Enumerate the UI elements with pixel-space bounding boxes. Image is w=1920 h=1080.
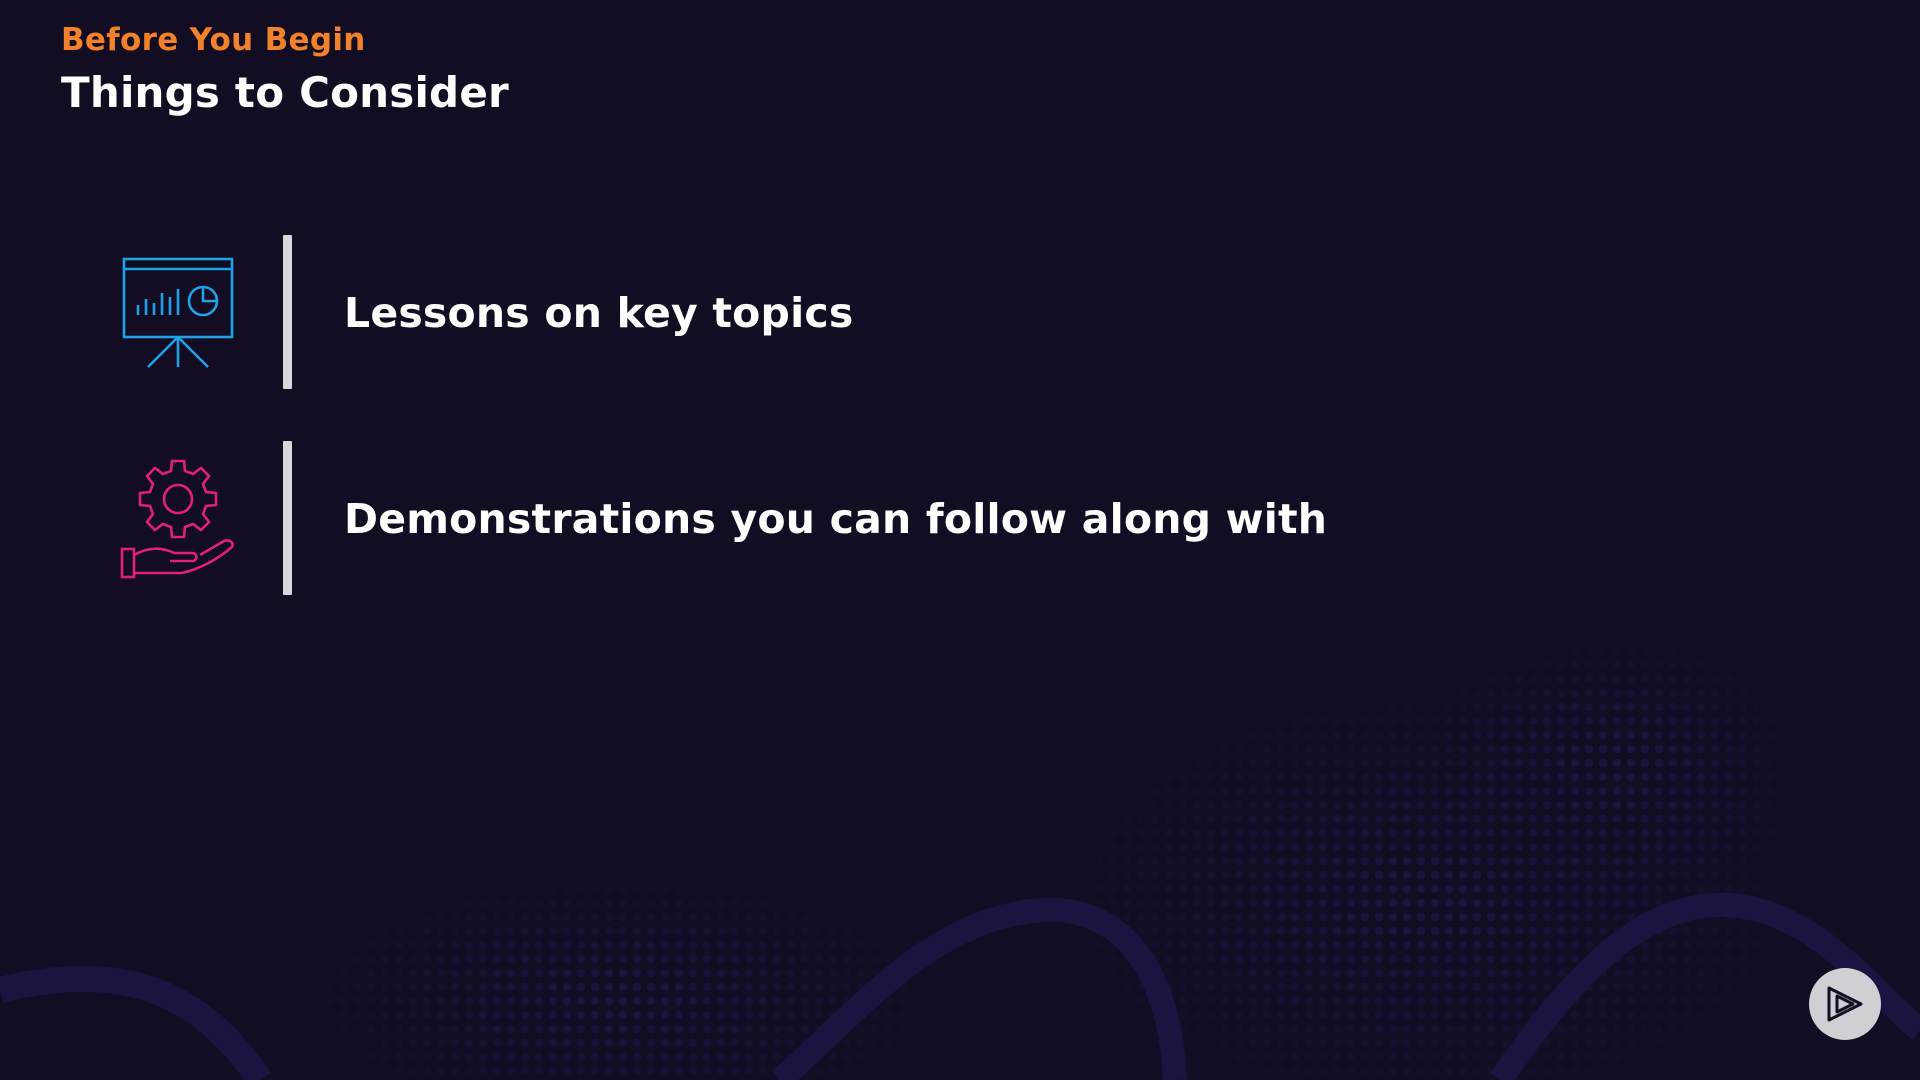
- presentation-chart-icon: [122, 257, 234, 368]
- play-logo-icon: [1827, 986, 1863, 1022]
- slide: Before You Begin Things to Consider Less…: [0, 0, 1920, 1080]
- section-eyebrow: Before You Begin: [61, 22, 366, 58]
- item-label: Lessons on key topics: [344, 289, 854, 337]
- list-item-lessons: Lessons on key topics: [0, 235, 1920, 391]
- item-divider: [283, 235, 292, 389]
- item-divider: [283, 441, 292, 595]
- page-title: Things to Consider: [61, 68, 509, 117]
- player-logo-button[interactable]: [1809, 968, 1881, 1040]
- item-label: Demonstrations you can follow along with: [344, 495, 1328, 543]
- list-item-demonstrations: Demonstrations you can follow along with: [0, 441, 1920, 597]
- gear-hand-icon: [120, 459, 234, 579]
